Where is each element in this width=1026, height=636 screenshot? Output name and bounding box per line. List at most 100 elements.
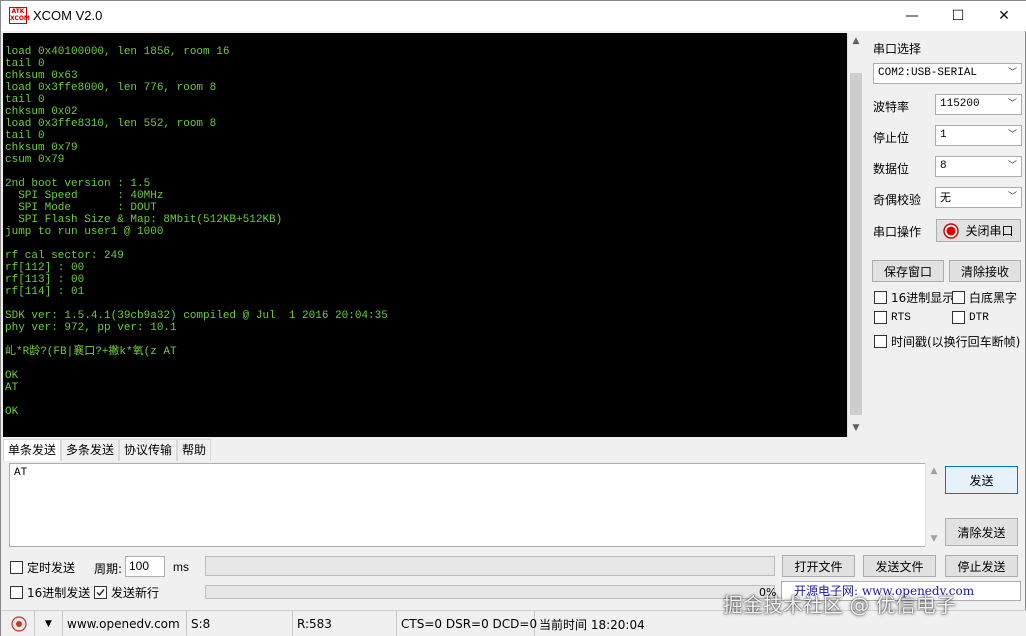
checkbox-box[interactable] — [874, 335, 887, 348]
watermark-text: 掘金技术社区 @ 优信电子 — [723, 593, 956, 617]
terminal-line: 乢*R龄?(FB|襄口?+撇k*氧(z AT — [5, 346, 177, 358]
settings-gear-icon[interactable] — [11, 616, 27, 632]
close-port-label: 关闭串口 — [965, 224, 1014, 238]
close-port-button[interactable]: 关闭串口 — [936, 219, 1021, 242]
status-icon-cell[interactable] — [1, 610, 35, 636]
terminal-line: chksum 0x02 — [5, 106, 78, 118]
send-scrollbar[interactable]: ▲ ▼ — [925, 463, 942, 547]
timestamp-checkbox[interactable]: 时间戳(以换行回车断帧) — [874, 333, 1020, 350]
hex-send-checkbox[interactable]: 16进制发送 — [10, 584, 90, 601]
terminal-line: SPI Flash Size & Map: 8Mbit(512KB+512KB) — [5, 214, 283, 226]
chevron-down-icon: ﹀ — [1007, 99, 1017, 109]
open-file-button[interactable]: 打开文件 — [782, 555, 855, 577]
data-bits-select[interactable]: 8 ﹀ — [935, 156, 1022, 177]
scroll-up-icon[interactable]: ▲ — [926, 463, 942, 479]
port-label: 串口选择 — [873, 42, 922, 56]
checkbox-box[interactable] — [10, 586, 23, 599]
tab-multi-send[interactable]: 多条发送 — [61, 439, 120, 461]
terminal-line: tail 0 — [5, 94, 45, 106]
xcom-window: ATK XCOM XCOM V2.0 — ☐ ✕ load 0x40100000… — [0, 0, 1026, 636]
period-input[interactable]: 100 — [125, 556, 165, 577]
tab-single-send[interactable]: 单条发送 — [3, 439, 62, 461]
checkbox-box[interactable] — [874, 311, 887, 324]
send-input[interactable]: AT — [9, 463, 942, 547]
scroll-down-icon[interactable]: ▼ — [848, 420, 864, 437]
minimize-button[interactable]: — — [889, 1, 935, 31]
terminal-line: tail 0 — [5, 130, 45, 142]
checkbox-box[interactable] — [10, 561, 23, 574]
terminal-line: csum 0x79 — [5, 154, 65, 166]
scroll-down-icon[interactable]: ▼ — [926, 531, 942, 547]
status-received: R:583 — [293, 610, 397, 636]
dtr-label: DTR — [969, 311, 989, 324]
dropdown-arrow-icon[interactable]: ▼ — [45, 619, 52, 629]
clear-send-button[interactable]: 清除发送 — [945, 518, 1018, 546]
send-button[interactable]: 发送 — [945, 466, 1018, 494]
terminal-line: chksum 0x63 — [5, 70, 78, 82]
terminal-scrollbar[interactable]: ▲ ▼ — [847, 33, 863, 437]
terminal-line: rf[114] : 01 — [5, 286, 85, 298]
terminal-line: AT — [5, 382, 19, 394]
terminal-line: OK — [5, 370, 19, 382]
send-tabs: 单条发送 多条发送 协议传输 帮助 — [3, 439, 212, 461]
terminal-line: OK — [5, 406, 19, 418]
terminal-line: load 0x3ffe8000, len 776, room 8 — [5, 82, 217, 94]
maximize-button[interactable]: ☐ — [935, 1, 981, 31]
send-newline-label: 发送新行 — [111, 586, 160, 600]
checkbox-box[interactable] — [94, 586, 107, 599]
dropdown-cell[interactable]: ▼ — [35, 610, 63, 636]
parity-select[interactable]: 无 ﹀ — [935, 187, 1022, 208]
stop-send-button[interactable]: 停止发送 — [945, 555, 1018, 577]
terminal-line: chksum 0x79 — [5, 142, 78, 154]
app-logo-icon: ATK XCOM — [9, 7, 30, 24]
file-progress-bar — [205, 585, 775, 599]
stop-bits-select[interactable]: 1 ﹀ — [935, 125, 1022, 146]
checkbox-box[interactable] — [952, 291, 965, 304]
status-time: 当前时间 18:20:04 — [539, 617, 645, 632]
status-modem-lines: CTS=0 DSR=0 DCD=0 — [397, 610, 537, 636]
save-window-button[interactable]: 保存窗口 — [872, 260, 944, 282]
period-unit: ms — [173, 560, 189, 574]
baud-select[interactable]: 115200 ﹀ — [935, 94, 1022, 115]
tab-help[interactable]: 帮助 — [177, 439, 212, 461]
baud-value: 115200 — [940, 98, 980, 110]
rts-checkbox[interactable]: RTS — [874, 311, 911, 324]
send-file-button[interactable]: 发送文件 — [863, 555, 936, 577]
scroll-thumb[interactable] — [850, 73, 862, 415]
terminal-line: SPI Mode : DOUT — [5, 202, 157, 214]
title-bar[interactable]: ATK XCOM XCOM V2.0 — ☐ ✕ — [1, 1, 1026, 31]
clear-receive-button[interactable]: 清除接收 — [949, 260, 1021, 282]
send-progress-bar — [205, 556, 775, 576]
terminal-line: rf[113] : 00 — [5, 274, 85, 286]
hex-send-label: 16进制发送 — [27, 586, 91, 600]
terminal-line: rf cal sector: 249 — [5, 250, 124, 262]
terminal-line: load 0x40100000, len 1856, room 16 — [5, 46, 230, 58]
terminal-line: rf[112] : 00 — [5, 262, 85, 274]
stop-bits-label: 停止位 — [873, 131, 910, 145]
timed-send-checkbox[interactable]: 定时发送 — [10, 559, 75, 576]
data-bits-value: 8 — [940, 160, 947, 172]
terminal-line: SPI Speed : 40MHz — [5, 190, 164, 202]
terminal-line: 2nd boot version : 1.5 — [5, 178, 151, 190]
chevron-down-icon: ﹀ — [1007, 68, 1017, 78]
hex-display-checkbox[interactable]: 16进制显示 — [874, 289, 954, 306]
checkbox-box[interactable] — [874, 291, 887, 304]
checkbox-box[interactable] — [952, 311, 965, 324]
data-bits-label: 数据位 — [873, 162, 910, 176]
port-select[interactable]: COM2:USB-SERIAL ﹀ — [873, 63, 1022, 84]
close-button[interactable]: ✕ — [981, 1, 1026, 31]
send-newline-checkbox[interactable]: 发送新行 — [94, 584, 159, 601]
status-url[interactable]: www.openedv.com — [63, 610, 187, 636]
port-value: COM2:USB-SERIAL — [878, 67, 978, 79]
scroll-up-icon[interactable]: ▲ — [848, 33, 864, 50]
white-bg-checkbox[interactable]: 白底黑字 — [952, 289, 1017, 306]
tab-protocol[interactable]: 协议传输 — [119, 439, 178, 461]
rts-label: RTS — [891, 311, 911, 324]
dtr-checkbox[interactable]: DTR — [952, 311, 989, 324]
receive-terminal[interactable]: load 0x40100000, len 1856, room 16 tail 0… — [3, 33, 847, 437]
